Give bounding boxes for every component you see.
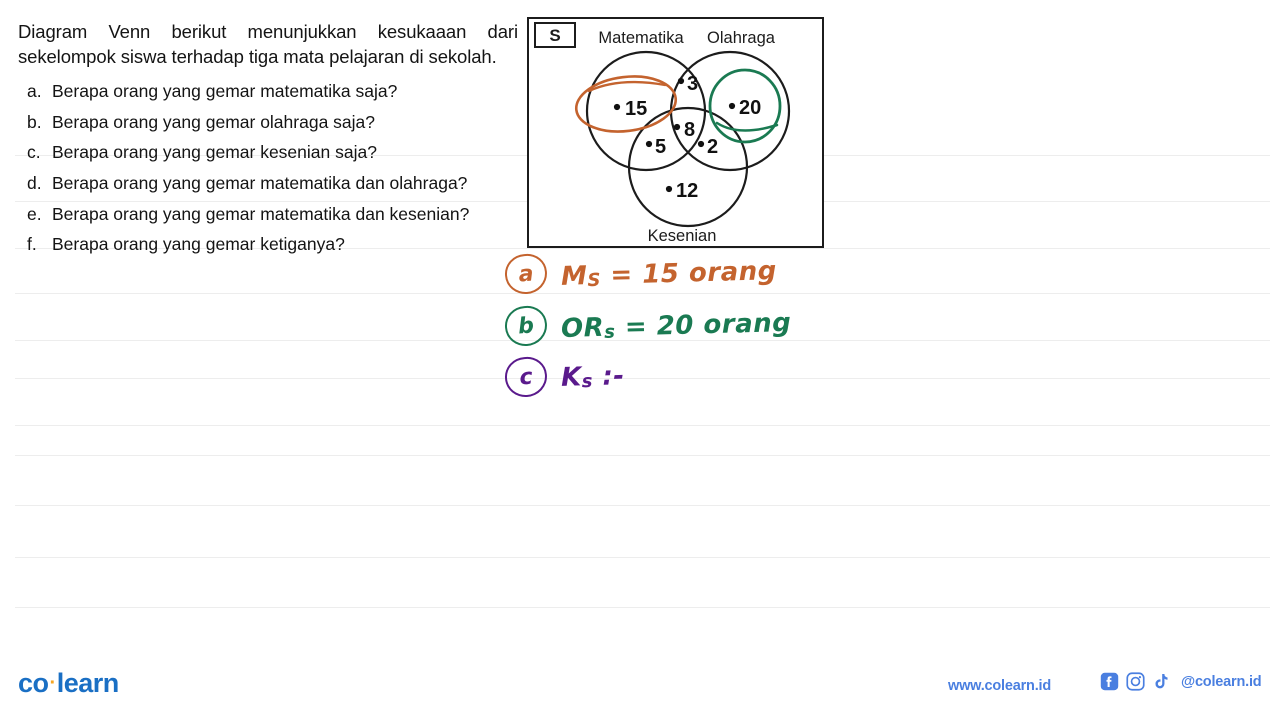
rule-line-6 xyxy=(15,425,1270,426)
question-text-d: Berapa orang yang gemar matematika dan o… xyxy=(52,173,468,194)
question-item-e: e. Berapa orang yang gemar matematika da… xyxy=(18,203,518,227)
footer-social-handle[interactable]: @colearn.id xyxy=(1181,674,1262,690)
question-intro: Diagram Venn berikut menunjukkan kesukaa… xyxy=(18,21,518,67)
set-label-olahraga: Olahraga xyxy=(707,29,776,47)
handwritten-answer-c: c Ks :- xyxy=(503,355,626,399)
value-all-three: 8 xyxy=(684,119,695,141)
value-matematika-olahraga: 3 xyxy=(687,73,698,95)
question-text-f: Berapa orang yang gemar ketiganya? xyxy=(52,234,345,255)
set-label-matematika: Matematika xyxy=(598,29,684,47)
rule-line-7 xyxy=(15,455,1270,456)
question-text-a: Berapa orang yang gemar matematika saja? xyxy=(52,81,398,102)
logo-dot: · xyxy=(49,672,57,694)
dot-matematika-kesenian xyxy=(645,140,653,148)
rule-line-9 xyxy=(15,557,1270,558)
question-letter-f: f. xyxy=(27,234,37,255)
question-letter-a: a. xyxy=(27,81,42,102)
question-letter-c: c. xyxy=(27,142,41,163)
answer-text-b: ORs = 20 orang xyxy=(560,307,792,345)
dot-all-three xyxy=(673,123,681,131)
rule-line-10 xyxy=(15,607,1270,608)
question-letter-e: e. xyxy=(27,203,42,224)
dot-matematika-olahraga xyxy=(677,77,685,85)
set-label-kesenian: Kesenian xyxy=(648,227,717,245)
tiktok-icon[interactable] xyxy=(1152,672,1170,691)
value-olahraga-kesenian: 2 xyxy=(707,136,718,158)
value-kesenian-only: 12 xyxy=(676,180,698,202)
footer-social-links: @colearn.id xyxy=(1100,672,1262,691)
rule-line-8 xyxy=(15,505,1270,506)
answer-bullet-b: b xyxy=(503,304,549,348)
logo-text-co: co xyxy=(18,668,49,698)
question-item-c: c. Berapa orang yang gemar kesenian saja… xyxy=(18,141,518,165)
circle-olahraga xyxy=(669,50,791,172)
dot-kesenian-only xyxy=(665,185,673,193)
footer-website-url[interactable]: www.colearn.id xyxy=(948,678,1051,694)
question-item-a: a. Berapa orang yang gemar matematika sa… xyxy=(18,80,518,104)
instagram-icon[interactable] xyxy=(1126,672,1145,691)
dot-olahraga-kesenian xyxy=(697,140,705,148)
colearn-logo: co·learn xyxy=(18,668,119,699)
value-matematika-only: 15 xyxy=(625,98,647,120)
universe-label: S xyxy=(549,26,560,45)
question-column: Diagram Venn berikut menunjukkan kesukaa… xyxy=(18,20,518,264)
dot-matematika-only xyxy=(613,103,621,111)
dot-olahraga-only xyxy=(728,102,736,110)
handwritten-answers: a MS = 15 orang b ORs = 20 orang c Ks :- xyxy=(503,252,925,404)
question-letter-b: b. xyxy=(27,111,42,132)
value-matematika-kesenian: 5 xyxy=(655,136,666,158)
handwritten-answer-a: a MS = 15 orang xyxy=(503,252,778,296)
venn-diagram-panel: S Matematika Olahraga Kesenian 15 3 20 5… xyxy=(527,17,824,248)
answer-text-a: MS = 15 orang xyxy=(560,256,778,292)
question-item-f: f. Berapa orang yang gemar ketiganya? xyxy=(18,233,518,257)
annotation-stroke-20 xyxy=(715,121,779,132)
answer-bullet-c: c xyxy=(503,355,549,399)
question-text-e: Berapa orang yang gemar matematika dan k… xyxy=(52,203,470,224)
question-text-b: Berapa orang yang gemar olahraga saja? xyxy=(52,111,375,132)
venn-diagram-svg: S Matematika Olahraga Kesenian 15 3 20 5… xyxy=(534,22,791,245)
answer-bullet-a: a xyxy=(503,252,549,296)
question-letter-d: d. xyxy=(27,173,42,194)
value-olahraga-only: 20 xyxy=(739,97,761,119)
question-item-b: b. Berapa orang yang gemar olahraga saja… xyxy=(18,111,518,135)
answer-text-c: Ks :- xyxy=(560,361,626,393)
logo-text-learn: learn xyxy=(56,668,120,698)
facebook-icon[interactable] xyxy=(1100,672,1119,691)
question-text-c: Berapa orang yang gemar kesenian saja? xyxy=(52,142,377,163)
handwritten-answer-b: b ORs = 20 orang xyxy=(503,304,792,348)
question-item-d: d. Berapa orang yang gemar matematika da… xyxy=(18,172,518,196)
